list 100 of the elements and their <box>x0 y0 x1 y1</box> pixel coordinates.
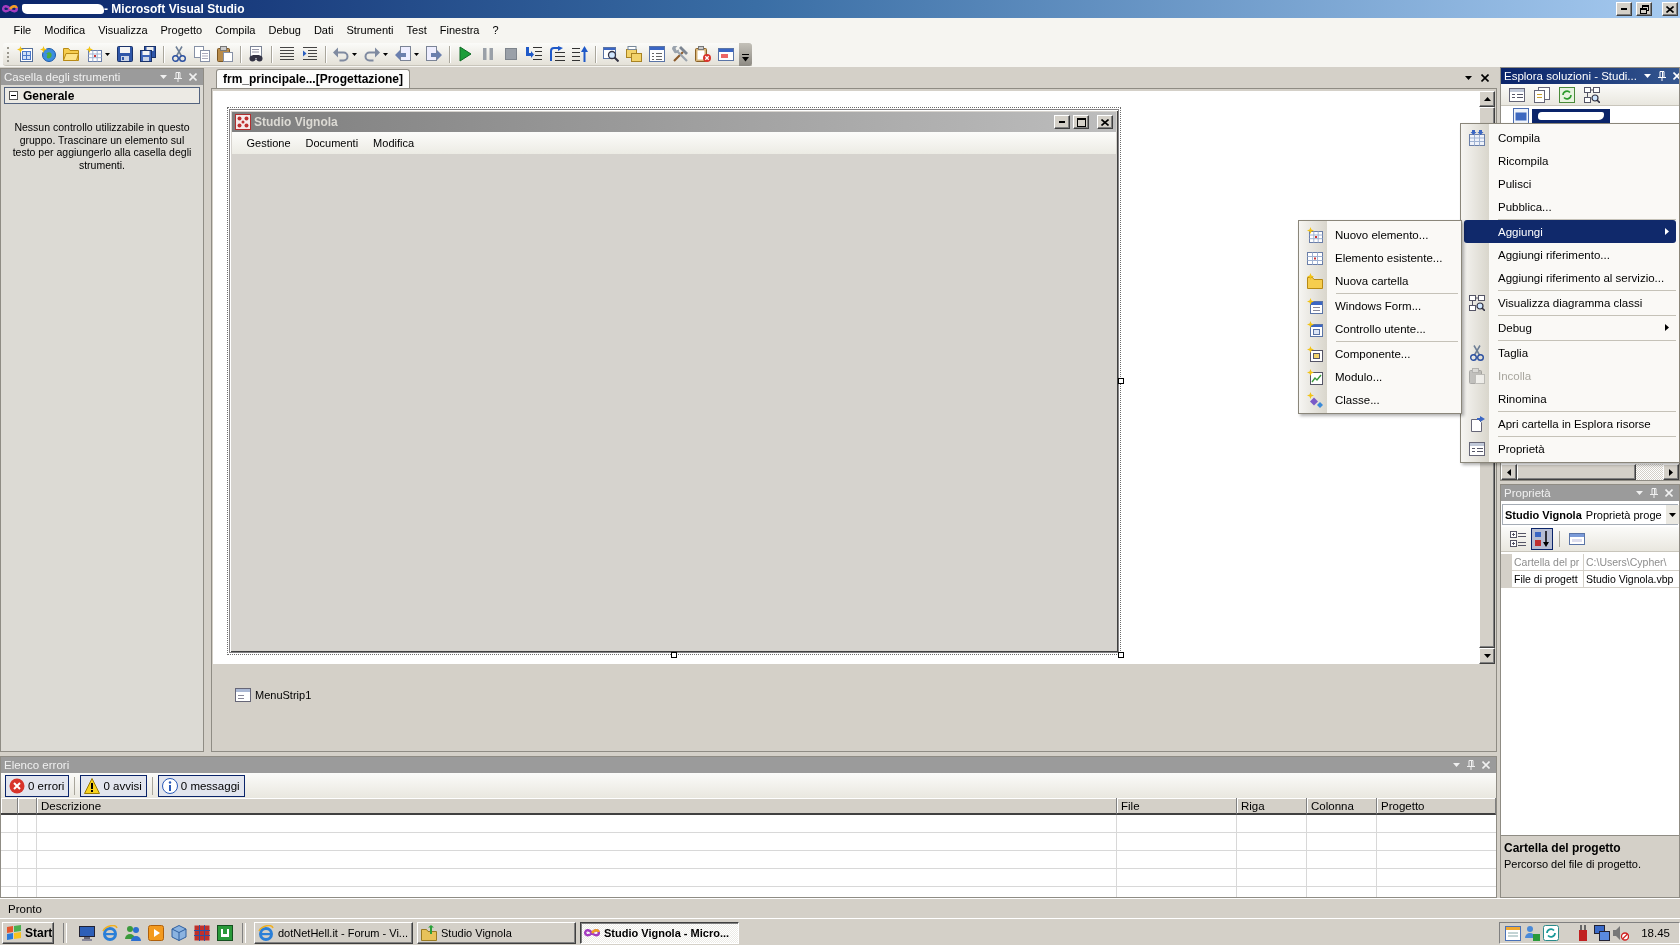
cube-icon[interactable] <box>171 924 187 941</box>
close-icon[interactable] <box>1481 73 1489 82</box>
caret-icon[interactable] <box>383 52 388 56</box>
menu-item[interactable]: Rinomina <box>1464 387 1676 410</box>
hammer-wrench-icon[interactable] <box>672 46 688 62</box>
menu-item[interactable]: Classe... <box>1302 388 1458 411</box>
alphabetical-view-button[interactable] <box>1531 528 1553 550</box>
navigate-back-icon[interactable] <box>395 46 411 62</box>
start-button[interactable]: Start <box>2 921 54 944</box>
resize-handle[interactable] <box>671 652 677 658</box>
menu-item[interactable]: Taglia <box>1464 341 1676 364</box>
column-header[interactable]: File <box>1117 798 1237 815</box>
sync-icon[interactable] <box>1543 924 1560 941</box>
menu-bar-item[interactable]: Dati <box>307 22 340 38</box>
dropdown-button[interactable] <box>1665 505 1679 524</box>
close-button[interactable] <box>1097 115 1113 129</box>
step-into-icon[interactable] <box>526 46 542 62</box>
project-icon[interactable] <box>1513 108 1529 124</box>
menu-item[interactable]: Nuova cartella <box>1302 269 1458 292</box>
play-icon[interactable] <box>457 46 473 62</box>
documents-icon[interactable] <box>1534 86 1550 103</box>
menu-bar-item[interactable]: Strumenti <box>339 22 401 38</box>
column-header[interactable]: Colonna <box>1307 798 1377 815</box>
filter-toggle-button[interactable]: 0 messaggi <box>157 774 245 797</box>
menu-item[interactable]: Nuovo elemento... <box>1302 223 1458 246</box>
stop-icon[interactable] <box>503 46 519 62</box>
menu-bar-item[interactable]: Visualizza <box>91 22 155 38</box>
column-header[interactable] <box>18 798 37 815</box>
caret-icon[interactable] <box>414 52 419 56</box>
window-icon[interactable] <box>718 46 734 62</box>
filter-toggle-button[interactable]: 0 errori <box>5 774 70 797</box>
refresh-icon[interactable] <box>1559 86 1575 103</box>
copy-icon[interactable] <box>194 46 210 62</box>
floppy-disks-icon[interactable] <box>140 46 156 62</box>
menu-strip-item[interactable]: Modifica <box>365 135 422 151</box>
window-magnifier-icon[interactable] <box>603 46 619 62</box>
caret-icon[interactable] <box>352 52 357 56</box>
property-value[interactable]: Studio Vignola.vbp <box>1584 571 1679 588</box>
menu-item[interactable]: Modulo... <box>1302 365 1458 388</box>
menu-item[interactable]: Windows Form... <box>1302 294 1458 317</box>
toolbox-group-header[interactable]: Generale <box>4 87 200 104</box>
menu-item[interactable]: Proprietà <box>1464 437 1676 460</box>
menu-item[interactable]: Elemento esistente... <box>1302 246 1458 269</box>
dropdown-arrow-icon[interactable] <box>1465 75 1472 80</box>
taskbar-button[interactable]: dotNetHell.it - Forum - Vi... <box>254 921 413 944</box>
paste-icon[interactable] <box>217 46 233 62</box>
text-lines-icon[interactable] <box>279 46 295 62</box>
column-header[interactable]: Progetto <box>1377 798 1496 815</box>
scroll-left-button[interactable] <box>1501 464 1517 480</box>
menu-item[interactable]: Compila <box>1464 126 1676 149</box>
step-over-icon[interactable] <box>549 46 565 62</box>
filter-toggle-button[interactable]: 0 avvisi <box>80 774 147 797</box>
properties-icon[interactable] <box>1509 86 1525 103</box>
step-out-icon[interactable] <box>572 46 588 62</box>
network-icon[interactable] <box>1594 924 1611 941</box>
menu-item[interactable]: Pulisci <box>1464 172 1676 195</box>
menu-item[interactable]: Aggiungi riferimento al servizio... <box>1464 266 1676 289</box>
menu-bar-item[interactable]: ? <box>486 22 506 38</box>
scroll-up-button[interactable] <box>1479 91 1495 107</box>
menu-item[interactable]: Ricompila <box>1464 149 1676 172</box>
minimize-button[interactable] <box>1054 115 1070 129</box>
calendar-icon[interactable] <box>1505 924 1522 941</box>
resize-handle[interactable] <box>1118 378 1124 384</box>
menu-bar-item[interactable]: File <box>7 22 38 38</box>
scroll-down-button[interactable] <box>1479 648 1495 664</box>
menu-bar-item[interactable]: Modifica <box>37 22 92 38</box>
column-header[interactable] <box>1 798 18 815</box>
taskbar-button[interactable]: Studio Vignola <box>417 921 576 944</box>
property-name[interactable]: File di progett <box>1512 571 1584 588</box>
menu-item[interactable]: Debug <box>1464 316 1676 339</box>
form-window[interactable]: Studio Vignola Gestione Documenti Modifica <box>229 109 1119 653</box>
menu-item[interactable]: Componente... <box>1302 342 1458 365</box>
menu-item[interactable]: Aggiungi riferimento... <box>1464 243 1676 266</box>
class-diagram-icon[interactable] <box>1584 86 1600 103</box>
tile-icon[interactable] <box>217 924 233 941</box>
menu-item[interactable]: Apri cartella in Esplora risorse <box>1464 412 1676 435</box>
scroll-right-button[interactable] <box>1663 464 1679 480</box>
minimize-button[interactable] <box>1616 2 1632 16</box>
globe-icon[interactable] <box>40 46 56 62</box>
pin-icon[interactable] <box>1657 71 1666 81</box>
media-play-icon[interactable] <box>148 924 164 941</box>
categorized-view-button[interactable] <box>1507 528 1529 550</box>
close-button[interactable] <box>1662 2 1678 16</box>
tiles-icon[interactable] <box>194 924 210 941</box>
menu-bar-item[interactable]: Compila <box>208 22 262 38</box>
scissors-icon[interactable] <box>171 46 187 62</box>
document-binoculars-icon[interactable] <box>248 46 264 62</box>
tree-item-highlight[interactable] <box>1532 109 1610 123</box>
column-header[interactable]: Descrizione <box>37 798 1117 815</box>
component-label[interactable]: MenuStrip1 <box>255 689 312 701</box>
menu-bar-item[interactable]: Progetto <box>154 22 209 38</box>
navigate-forward-icon[interactable] <box>426 46 442 62</box>
open-folder-icon[interactable] <box>63 46 79 62</box>
object-selector[interactable]: Studio Vignola Proprietà proge <box>1502 504 1678 525</box>
resize-handle[interactable] <box>1118 652 1124 658</box>
properties-window-icon[interactable] <box>649 46 665 62</box>
grid-sparkle-icon[interactable] <box>86 46 102 62</box>
folders-icon[interactable] <box>626 46 642 62</box>
menu-bar-item[interactable]: Test <box>400 22 434 38</box>
scroll-thumb[interactable] <box>1517 464 1636 480</box>
